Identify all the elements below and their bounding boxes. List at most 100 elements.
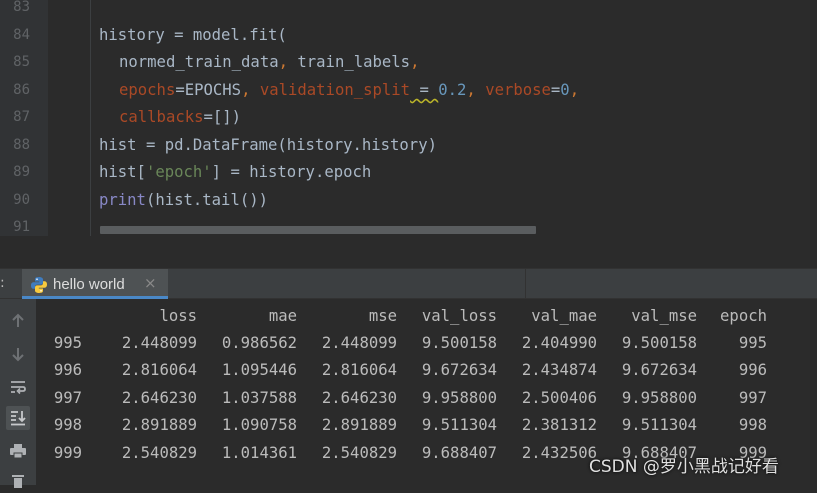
code-token: ,	[278, 53, 298, 71]
code-line-86[interactable]: epochs=EPOCHS, validation_split = 0.2, v…	[119, 80, 579, 100]
code-token: train_labels	[297, 53, 411, 71]
table-cell: 998	[738, 416, 767, 434]
line-number-gutter: 83 84 85 86 87 88 89 90 91	[0, 0, 48, 268]
column-header: val_mse	[631, 307, 697, 325]
code-token: epochs	[119, 81, 176, 99]
table-cell: 2.816064	[121, 361, 197, 379]
table-cell: 1.037588	[221, 389, 297, 407]
table-cell: 2.500406	[521, 389, 597, 407]
code-line-90[interactable]: print(hist.tail())	[99, 190, 268, 210]
tab-separator	[525, 269, 526, 299]
table-cell: 9.672634	[421, 361, 497, 379]
editor-bottom-area	[0, 236, 817, 268]
table-cell: 9.672634	[621, 361, 697, 379]
table-cell: 1.095446	[221, 361, 297, 379]
column-header: loss	[159, 307, 197, 325]
table-cell: 9.500158	[621, 334, 697, 352]
run-side-toolbar	[0, 299, 36, 488]
table-cell: 9.500158	[421, 334, 497, 352]
table-cell: 2.540829	[121, 444, 197, 462]
code-token: =EPOCHS	[175, 81, 242, 99]
code-line-85[interactable]: normed_train_data, train_labels,	[119, 52, 419, 72]
code-token: 'epoch'	[145, 163, 212, 181]
code-token: callbacks	[119, 108, 204, 126]
table-cell: 0.986562	[221, 334, 297, 352]
code-token: 0	[560, 81, 570, 99]
line-number: 88	[13, 137, 30, 153]
trash-icon[interactable]	[6, 469, 30, 493]
print-icon[interactable]	[6, 439, 30, 463]
table-cell: 998	[53, 416, 82, 434]
table-cell: 2.434874	[521, 361, 597, 379]
table-cell: 9.511304	[621, 416, 697, 434]
line-number: 83	[13, 0, 30, 15]
table-cell: 2.404990	[521, 334, 597, 352]
code-token: verbose	[485, 81, 551, 99]
close-icon[interactable]: ×	[144, 274, 157, 292]
code-editor[interactable]: 83 84 85 86 87 88 89 90 91 history = mod…	[0, 0, 817, 268]
code-line-89[interactable]: hist['epoch'] = history.epoch	[99, 162, 371, 182]
table-cell: 9.511304	[421, 416, 497, 434]
line-number: 85	[13, 54, 30, 70]
run-tab-bar: : hello world ×	[0, 268, 817, 299]
code-token: history = model.fit(	[99, 26, 287, 44]
table-cell: 997	[53, 389, 82, 407]
line-number: 87	[13, 109, 30, 125]
table-cell: 1.090758	[221, 416, 297, 434]
tab-label: hello world	[53, 276, 125, 293]
column-header: val_loss	[421, 307, 497, 325]
line-number: 91	[13, 219, 30, 235]
code-token: =	[550, 81, 561, 99]
table-cell: 2.448099	[121, 334, 197, 352]
column-header: mse	[368, 307, 397, 325]
code-token: ] = history.epoch	[211, 163, 372, 181]
code-line-87[interactable]: callbacks=[])	[119, 107, 241, 127]
code-token: ,	[241, 81, 260, 99]
code-line-88[interactable]: hist = pd.DataFrame(history.history)	[99, 135, 437, 155]
table-cell: 996	[738, 361, 767, 379]
tab-hello-world[interactable]: hello world ×	[22, 269, 168, 299]
line-number: 84	[13, 27, 30, 43]
up-arrow-icon[interactable]	[6, 309, 30, 333]
table-cell: 2.891889	[321, 416, 397, 434]
code-token: hist = pd.DataFrame(history.history)	[99, 136, 437, 154]
table-cell: 1.014361	[221, 444, 297, 462]
table-cell: 2.448099	[321, 334, 397, 352]
soft-wrap-icon[interactable]	[6, 375, 30, 399]
horizontal-scrollbar[interactable]	[100, 226, 536, 234]
table-cell: 9.688407	[421, 444, 497, 462]
table-cell: 2.816064	[321, 361, 397, 379]
code-token: hist[	[99, 163, 146, 181]
python-icon	[31, 277, 47, 293]
table-cell: 2.646230	[321, 389, 397, 407]
table-cell: 2.540829	[321, 444, 397, 462]
table-cell: 9.958800	[421, 389, 497, 407]
code-token: ,	[466, 81, 486, 99]
csdn-watermark: CSDN @罗小黑战记好看	[589, 457, 779, 477]
column-header: val_mae	[531, 307, 597, 325]
code-token: ,	[410, 53, 420, 71]
code-token: (hist.tail())	[145, 191, 269, 209]
code-token: normed_train_data	[119, 53, 279, 71]
table-cell: 995	[738, 334, 767, 352]
code-token: validation_split	[259, 81, 411, 99]
code-token: print	[99, 191, 146, 209]
indent-guide	[90, 0, 91, 236]
table-cell: 996	[53, 361, 82, 379]
code-token: 0.2	[438, 81, 467, 99]
down-arrow-icon[interactable]	[6, 342, 30, 366]
column-header: epoch	[720, 307, 767, 325]
code-token: =[])	[203, 108, 242, 126]
pep8-warning-token: =	[410, 81, 439, 99]
line-number: 90	[13, 192, 30, 208]
table-cell: 999	[53, 444, 82, 462]
table-cell: 2.646230	[121, 389, 197, 407]
scroll-to-end-icon[interactable]	[6, 406, 30, 430]
line-number: 89	[13, 164, 30, 180]
table-cell: 997	[738, 389, 767, 407]
column-header: mae	[268, 307, 297, 325]
table-cell: 2.432506	[521, 444, 597, 462]
table-cell: 2.891889	[121, 416, 197, 434]
code-line-84[interactable]: history = model.fit(	[99, 25, 287, 45]
line-number: 86	[13, 82, 30, 98]
